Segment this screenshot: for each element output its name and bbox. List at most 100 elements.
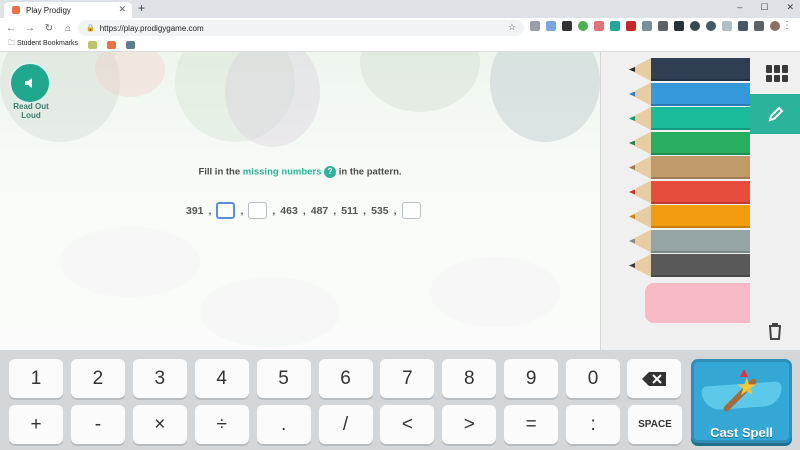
key-divide[interactable]: ÷ — [194, 405, 249, 444]
key-6[interactable]: 6 — [318, 359, 373, 398]
pencil-color-option[interactable] — [629, 254, 751, 277]
browser-menu-icon[interactable]: ⋮ — [782, 20, 792, 31]
key-plus[interactable]: + — [9, 405, 63, 444]
question-suffix: in the pattern. — [336, 166, 402, 178]
key-colon[interactable]: : — [566, 405, 621, 444]
extension-icon[interactable] — [626, 21, 636, 31]
extension-icon[interactable] — [530, 21, 540, 31]
pattern-separator: , — [240, 204, 244, 217]
key-minus[interactable]: - — [70, 405, 125, 444]
bookmarks-bar: 🗀 Student Bookmarks — [0, 38, 800, 52]
pencil-color-option[interactable] — [629, 58, 751, 81]
key-8[interactable]: 8 — [442, 359, 497, 398]
home-icon[interactable]: ⌂ — [60, 23, 76, 34]
pattern-number: 487 — [310, 204, 329, 217]
trash-icon — [769, 323, 781, 340]
puzzle-extensions-icon[interactable] — [738, 21, 748, 31]
question-highlight: missing numbers — [242, 166, 322, 178]
pencil-color-option[interactable] — [629, 156, 751, 179]
cast-icon[interactable] — [754, 21, 764, 31]
bookmark-folder[interactable]: 🗀 Student Bookmarks — [8, 39, 78, 50]
key-less-than[interactable]: < — [380, 405, 435, 444]
pattern-separator: , — [302, 204, 306, 217]
bookmark-icon[interactable] — [126, 40, 136, 49]
number-pattern: 391,,, 463, 487, 511, 535, — [186, 202, 421, 219]
cast-spell-button[interactable]: ▲ ★ Cast Spell — [691, 359, 792, 443]
answer-input-box[interactable] — [216, 202, 236, 219]
browser-tab[interactable]: Play Prodigy ✕ — [4, 2, 132, 18]
math-keypad: 1234567890 + - × ÷. / < > =: SPACE — [0, 350, 800, 450]
translate-extension-icon[interactable] — [546, 21, 556, 31]
key-space[interactable]: SPACE — [628, 405, 682, 444]
extension-icon[interactable] — [562, 21, 572, 31]
extension-icon[interactable] — [706, 21, 716, 31]
key-1[interactable]: 1 — [9, 359, 63, 398]
pencil-color-option[interactable] — [629, 107, 751, 130]
extension-icon[interactable] — [610, 21, 620, 31]
pencil-color-option[interactable] — [629, 131, 751, 155]
bookmark-folder-label: Student Bookmarks — [16, 40, 79, 47]
key-slash[interactable]: / — [318, 405, 373, 444]
tab-close-icon[interactable]: ✕ — [118, 4, 126, 15]
question-text: Fill in the missing numbers ? in the pat… — [0, 166, 600, 178]
key-9[interactable]: 9 — [504, 359, 559, 398]
extension-icon[interactable] — [578, 21, 588, 31]
forward-icon[interactable]: → — [22, 23, 38, 34]
key-equals[interactable]: = — [504, 405, 559, 444]
pencil-color-option[interactable] — [629, 180, 751, 204]
extension-icon[interactable] — [674, 21, 684, 31]
key-3[interactable]: 3 — [132, 359, 187, 398]
trash-button[interactable] — [764, 320, 786, 342]
pattern-separator: , — [333, 204, 337, 217]
answer-input-box[interactable] — [248, 202, 268, 219]
extension-icon[interactable] — [690, 21, 700, 31]
key-7[interactable]: 7 — [380, 359, 435, 398]
maximize-button[interactable]: ☐ — [760, 2, 768, 13]
back-icon[interactable]: ← — [3, 23, 19, 34]
key-5[interactable]: 5 — [256, 359, 311, 398]
eraser-tool[interactable] — [645, 283, 757, 323]
pencil-mode-button[interactable] — [750, 94, 800, 134]
pattern-separator: , — [393, 204, 397, 217]
extensions-bar — [530, 21, 780, 31]
lock-icon: 🔒 — [86, 25, 95, 32]
extension-icon[interactable] — [658, 21, 668, 31]
question-overlay — [0, 52, 600, 350]
backspace-icon — [642, 371, 666, 386]
browser-toolbar: ← → ↻ ⌂ 🔒 https://play.prodigygame.com ☆… — [0, 18, 800, 38]
bookmark-icon[interactable] — [107, 40, 117, 49]
key-4[interactable]: 4 — [194, 359, 249, 398]
pattern-separator: , — [208, 204, 212, 217]
url-text: https://play.prodigygame.com — [99, 23, 204, 33]
pattern-number: 511 — [341, 204, 359, 217]
read-out-loud-label: Read Out Loud — [13, 102, 49, 120]
key-greater-than[interactable]: > — [442, 405, 497, 444]
pencil-color-option[interactable] — [629, 205, 751, 228]
pattern-number: 535 — [371, 204, 389, 217]
answer-input-box[interactable] — [401, 202, 421, 219]
key-times[interactable]: × — [132, 405, 187, 444]
key-0[interactable]: 0 — [566, 359, 621, 398]
pattern-separator: , — [363, 204, 367, 217]
pencil-color-option[interactable] — [629, 82, 751, 106]
extension-icon[interactable] — [642, 21, 652, 31]
address-bar[interactable]: 🔒 https://play.prodigygame.com ☆ — [78, 20, 524, 36]
extension-icon[interactable] — [594, 21, 604, 31]
read-out-loud-button[interactable] — [9, 62, 51, 104]
hint-icon[interactable]: ? — [324, 166, 337, 178]
profile-avatar[interactable] — [770, 21, 780, 31]
pattern-number: 391 — [186, 204, 204, 217]
pattern-separator: , — [272, 204, 276, 217]
bookmark-icon[interactable] — [88, 40, 98, 49]
bookmark-star-icon[interactable]: ☆ — [508, 22, 516, 33]
reload-icon[interactable]: ↻ — [41, 23, 57, 34]
key-2[interactable]: 2 — [70, 359, 125, 398]
key-decimal[interactable]: . — [256, 405, 311, 444]
backspace-button[interactable] — [627, 359, 681, 398]
new-tab-button[interactable]: + — [138, 1, 145, 15]
close-window-button[interactable]: ✕ — [786, 2, 794, 13]
grid-menu-icon[interactable] — [766, 65, 788, 82]
pencil-color-option[interactable] — [629, 229, 751, 253]
extension-icon[interactable] — [722, 21, 732, 31]
minimize-button[interactable]: – — [737, 2, 742, 13]
